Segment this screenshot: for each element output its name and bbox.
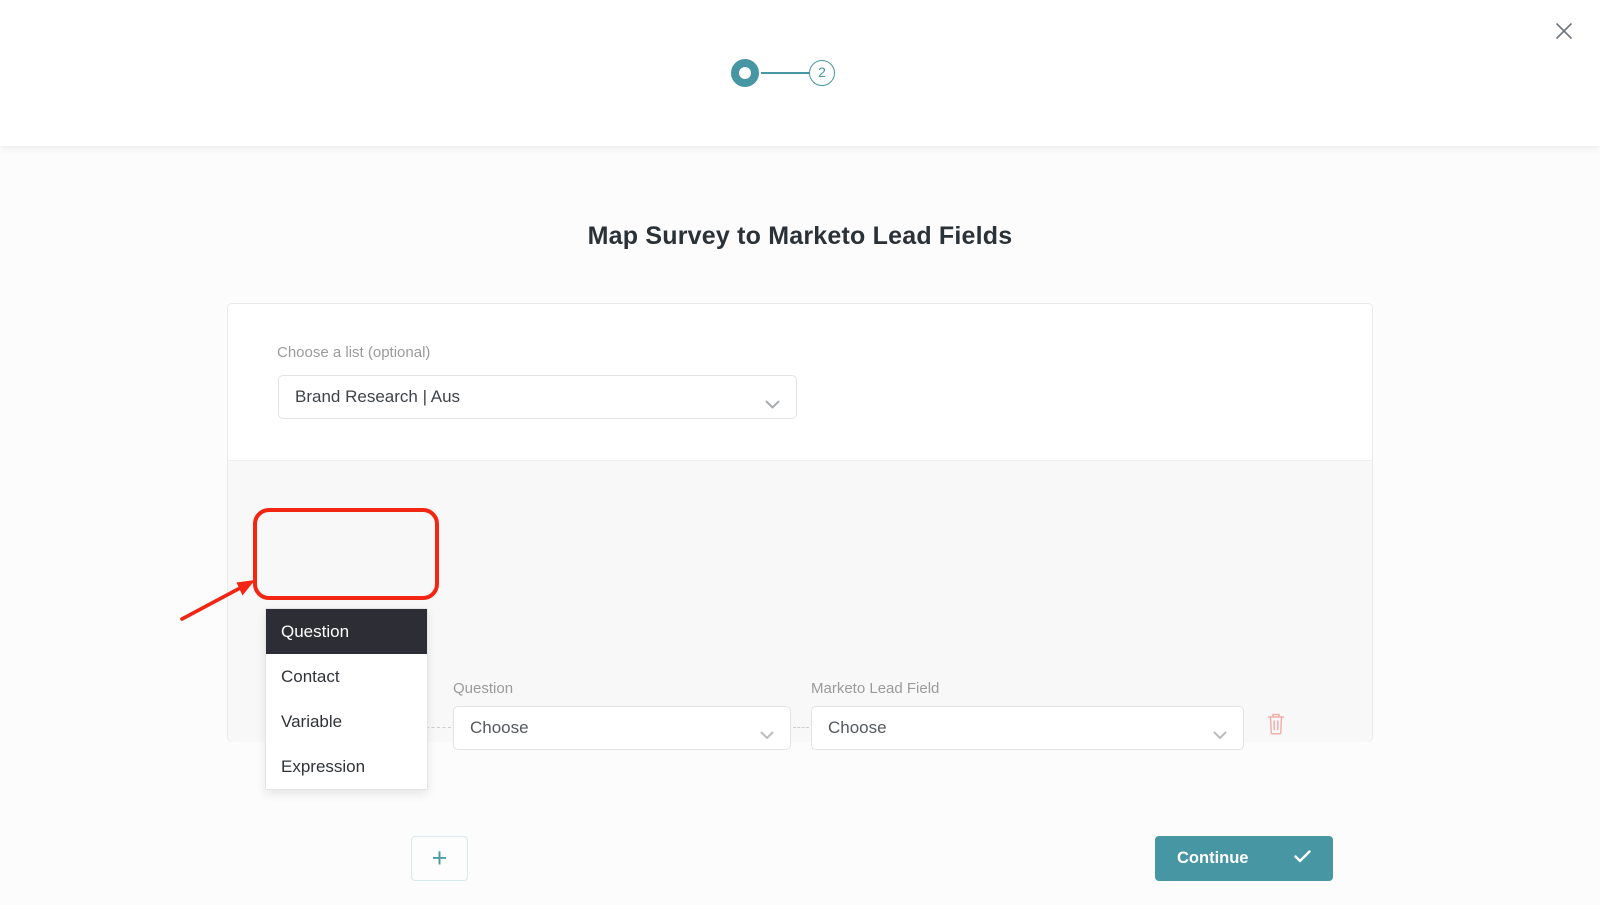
step-2-indicator: 2 — [809, 60, 835, 86]
menu-item-variable[interactable]: Variable — [266, 699, 427, 744]
add-mapping-row-button[interactable]: + — [411, 836, 468, 881]
marketo-dropdown-placeholder: Choose — [812, 718, 887, 738]
field-connector-dash — [426, 727, 451, 728]
step-1-indicator — [731, 59, 759, 87]
menu-item-expression[interactable]: Expression — [266, 744, 427, 789]
chevron-down-icon — [765, 394, 780, 414]
list-dropdown-value: Brand Research | Aus — [279, 387, 460, 407]
wizard-header: 2 — [0, 0, 1600, 146]
plus-icon: + — [432, 843, 448, 874]
question-label: Question — [453, 680, 513, 697]
chevron-down-icon — [1213, 725, 1227, 745]
continue-button[interactable]: Continue — [1155, 836, 1333, 881]
trash-icon — [1266, 723, 1286, 740]
question-dropdown-placeholder: Choose — [454, 718, 529, 738]
delete-row-button[interactable] — [1266, 712, 1286, 741]
close-button[interactable] — [1551, 20, 1577, 46]
list-dropdown[interactable]: Brand Research | Aus — [278, 375, 797, 419]
stepper-connector — [761, 72, 810, 74]
list-label: Choose a list (optional) — [277, 344, 430, 361]
marketo-lead-field-dropdown[interactable]: Choose — [811, 706, 1244, 750]
menu-item-question[interactable]: Question — [266, 609, 427, 654]
marketo-lead-field-label: Marketo Lead Field — [811, 680, 939, 697]
field-connector-dash — [793, 727, 809, 728]
menu-item-contact[interactable]: Contact — [266, 654, 427, 699]
chevron-down-icon — [760, 725, 774, 745]
check-icon — [1294, 849, 1311, 868]
close-icon — [1554, 21, 1574, 46]
type-dropdown-menu: Question Contact Variable Expression — [265, 608, 428, 790]
continue-button-label: Continue — [1177, 849, 1249, 868]
question-dropdown[interactable]: Choose — [453, 706, 791, 750]
page-title: Map Survey to Marketo Lead Fields — [0, 222, 1600, 251]
